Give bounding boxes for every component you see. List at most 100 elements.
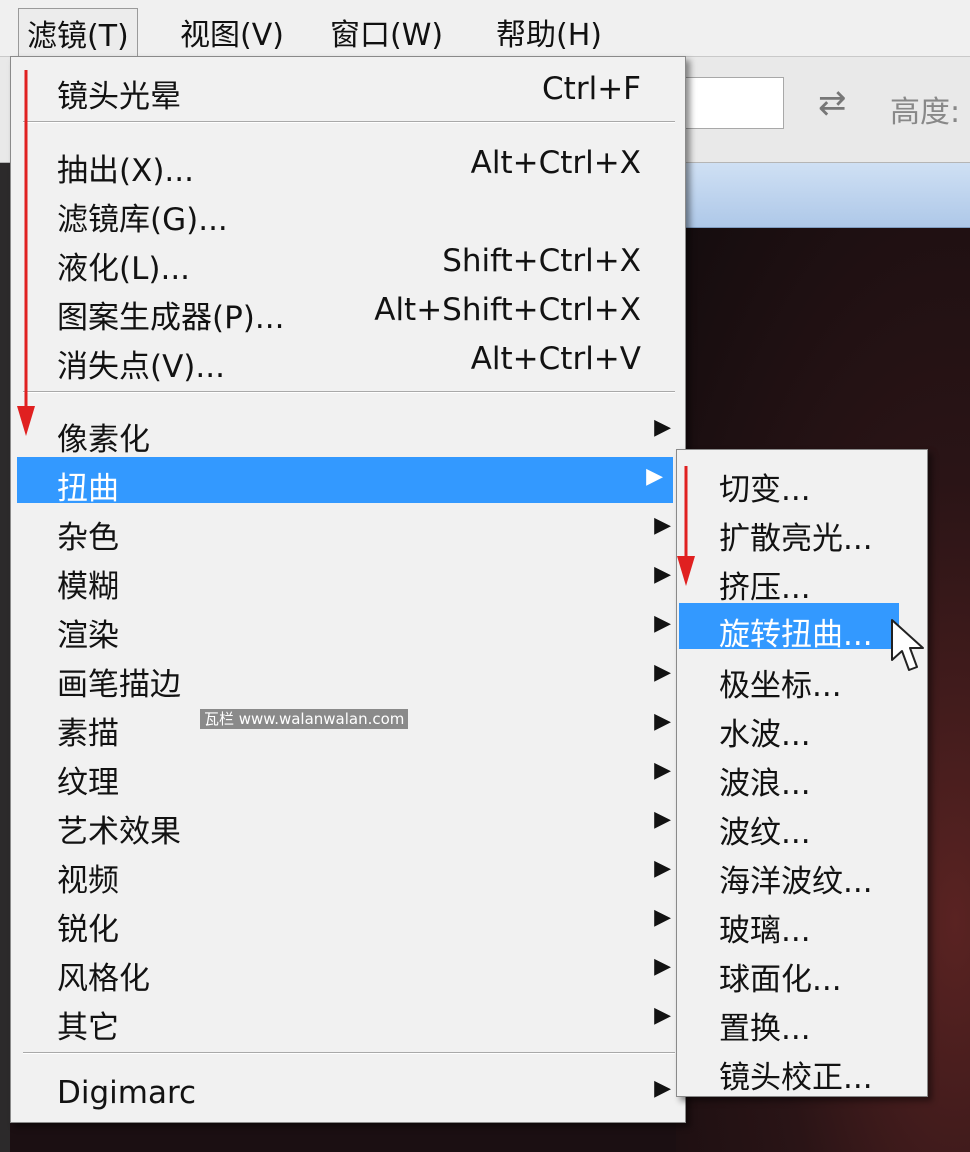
menu-item-label: 素描 (57, 716, 119, 752)
menu-item-label: 扭曲 (57, 471, 119, 507)
submenu-arrow-icon: ▶ (654, 415, 671, 440)
menu-item-label: 锐化 (57, 912, 119, 948)
menu-item-label: 视频 (57, 863, 119, 899)
submenu-arrow-icon: ▶ (654, 807, 671, 832)
submenu-item-spherize[interactable]: 球面化... (679, 948, 925, 998)
menu-item-label: 渲染 (57, 618, 119, 654)
submenu-item-ocean-ripple[interactable]: 海洋波纹... (679, 850, 925, 900)
submenu-item-label: 玻璃... (719, 913, 811, 949)
menu-item-filter-gallery[interactable]: 滤镜库(G)... (17, 188, 681, 238)
submenu-item-glass[interactable]: 玻璃... (679, 899, 925, 949)
menu-item-label: 图案生成器(P)... (57, 300, 285, 336)
menu-item-shortcut: Alt+Ctrl+V (470, 341, 641, 377)
annotation-arrow-down-icon (677, 466, 695, 586)
menu-item-blur[interactable]: 模糊 ▶ (17, 555, 681, 605)
submenu-arrow-icon: ▶ (654, 660, 671, 685)
menu-item-shortcut: Alt+Ctrl+X (470, 145, 641, 181)
submenu-item-label: 置换... (719, 1011, 811, 1047)
menu-item-texture[interactable]: 纹理 ▶ (17, 751, 681, 801)
submenu-arrow-icon: ▶ (654, 513, 671, 538)
menu-item-label: 杂色 (57, 520, 119, 556)
menu-item-label: 抽出(X)... (57, 153, 194, 189)
menu-item-label: 液化(L)... (57, 251, 191, 287)
submenu-item-label: 海洋波纹... (719, 864, 873, 900)
submenu-arrow-icon: ▶ (654, 611, 671, 636)
width-field[interactable] (676, 77, 784, 129)
menu-item-lens-flare[interactable]: 镜头光晕 Ctrl+F (17, 65, 681, 115)
submenu-item-pinch[interactable]: 挤压... (679, 556, 925, 606)
menu-view[interactable]: 视图(V) (172, 8, 292, 56)
menu-item-label: 像素化 (57, 422, 150, 458)
menu-item-brush-strokes[interactable]: 画笔描边 ▶ (17, 653, 681, 703)
swap-icon[interactable]: ⇄ (818, 83, 847, 123)
menu-item-sharpen[interactable]: 锐化 ▶ (17, 898, 681, 948)
menu-item-label: 画笔描边 (57, 667, 181, 703)
menu-item-pixelate[interactable]: 像素化 ▶ (17, 408, 681, 458)
menu-separator (23, 391, 675, 393)
menu-item-label: 艺术效果 (57, 814, 181, 850)
menu-item-artistic[interactable]: 艺术效果 ▶ (17, 800, 681, 850)
menu-item-label: 其它 (57, 1010, 119, 1046)
filter-dropdown-menu: 镜头光晕 Ctrl+F 抽出(X)... Alt+Ctrl+X 滤镜库(G)..… (10, 56, 686, 1123)
menu-item-label: 消失点(V)... (57, 349, 225, 385)
submenu-item-label: 旋转扭曲... (719, 617, 873, 653)
submenu-arrow-icon: ▶ (654, 709, 671, 734)
menu-item-vanishing-point[interactable]: 消失点(V)... Alt+Ctrl+V (17, 335, 681, 385)
submenu-item-displace[interactable]: 置换... (679, 997, 925, 1047)
menu-item-distort[interactable]: 扭曲 ▶ (17, 457, 673, 507)
submenu-arrow-icon: ▶ (654, 758, 671, 783)
annotation-arrow-down-icon (17, 70, 35, 436)
submenu-item-ripple[interactable]: 波纹... (679, 801, 925, 851)
document-title-bar (676, 163, 970, 228)
menu-item-other[interactable]: 其它 ▶ (17, 996, 681, 1046)
menu-item-render[interactable]: 渲染 ▶ (17, 604, 681, 654)
watermark-label: 瓦栏 www.walanwalan.com (200, 709, 409, 729)
menu-separator (23, 1052, 675, 1054)
menu-item-pattern-maker[interactable]: 图案生成器(P)... Alt+Shift+Ctrl+X (17, 286, 681, 336)
menu-item-label: 滤镜库(G)... (57, 202, 228, 238)
height-label: 高度: (890, 95, 961, 130)
menu-window[interactable]: 窗口(W) (322, 8, 451, 56)
submenu-arrow-icon: ▶ (654, 856, 671, 881)
submenu-item-label: 球面化... (719, 962, 842, 998)
submenu-item-diffuse-glow[interactable]: 扩散亮光... (679, 507, 925, 557)
menu-item-label: 风格化 (57, 961, 150, 997)
submenu-item-wave[interactable]: 波浪... (679, 752, 925, 802)
submenu-item-zigzag[interactable]: 水波... (679, 703, 925, 753)
submenu-arrow-icon: ▶ (654, 905, 671, 930)
mouse-cursor-icon (891, 619, 924, 671)
submenu-item-label: 扩散亮光... (719, 521, 873, 557)
menu-filter[interactable]: 滤镜(T) (18, 8, 138, 57)
submenu-item-label: 镜头校正... (719, 1060, 873, 1096)
submenu-arrow-icon: ▶ (654, 562, 671, 587)
menu-item-label: 镜头光晕 (57, 79, 181, 115)
distort-submenu: 切变... 扩散亮光... 挤压... 旋转扭曲... 极坐标... 水波...… (676, 449, 928, 1097)
submenu-item-label: 切变... (719, 472, 811, 508)
submenu-arrow-icon: ▶ (646, 464, 663, 489)
menu-bar: 滤镜(T) 视图(V) 窗口(W) 帮助(H) (0, 0, 970, 57)
submenu-item-label: 波浪... (719, 766, 811, 802)
menu-item-video[interactable]: 视频 ▶ (17, 849, 681, 899)
menu-item-shortcut: Alt+Shift+Ctrl+X (374, 292, 641, 328)
submenu-item-label: 波纹... (719, 815, 811, 851)
toolbox-edge (0, 163, 10, 1152)
submenu-arrow-icon: ▶ (654, 954, 671, 979)
submenu-item-label: 挤压... (719, 570, 811, 606)
submenu-item-twirl[interactable]: 旋转扭曲... (679, 603, 899, 653)
menu-item-label: Digimarc (57, 1075, 197, 1111)
menu-item-extract[interactable]: 抽出(X)... Alt+Ctrl+X (17, 139, 681, 189)
menu-item-digimarc[interactable]: Digimarc ▶ (17, 1069, 681, 1115)
menu-item-shortcut: Ctrl+F (542, 71, 641, 107)
submenu-item-lens-correction[interactable]: 镜头校正... (679, 1046, 925, 1096)
submenu-item-label: 极坐标... (719, 668, 842, 704)
menu-help[interactable]: 帮助(H) (488, 8, 610, 56)
menu-item-noise[interactable]: 杂色 ▶ (17, 506, 681, 556)
submenu-arrow-icon: ▶ (654, 1076, 671, 1101)
menu-separator (23, 121, 675, 123)
menu-item-stylize[interactable]: 风格化 ▶ (17, 947, 681, 997)
submenu-item-shear[interactable]: 切变... (679, 458, 925, 508)
menu-item-label: 纹理 (57, 765, 119, 801)
submenu-arrow-icon: ▶ (654, 1003, 671, 1028)
submenu-item-polar-coordinates[interactable]: 极坐标... (679, 654, 925, 704)
menu-item-liquify[interactable]: 液化(L)... Shift+Ctrl+X (17, 237, 681, 287)
